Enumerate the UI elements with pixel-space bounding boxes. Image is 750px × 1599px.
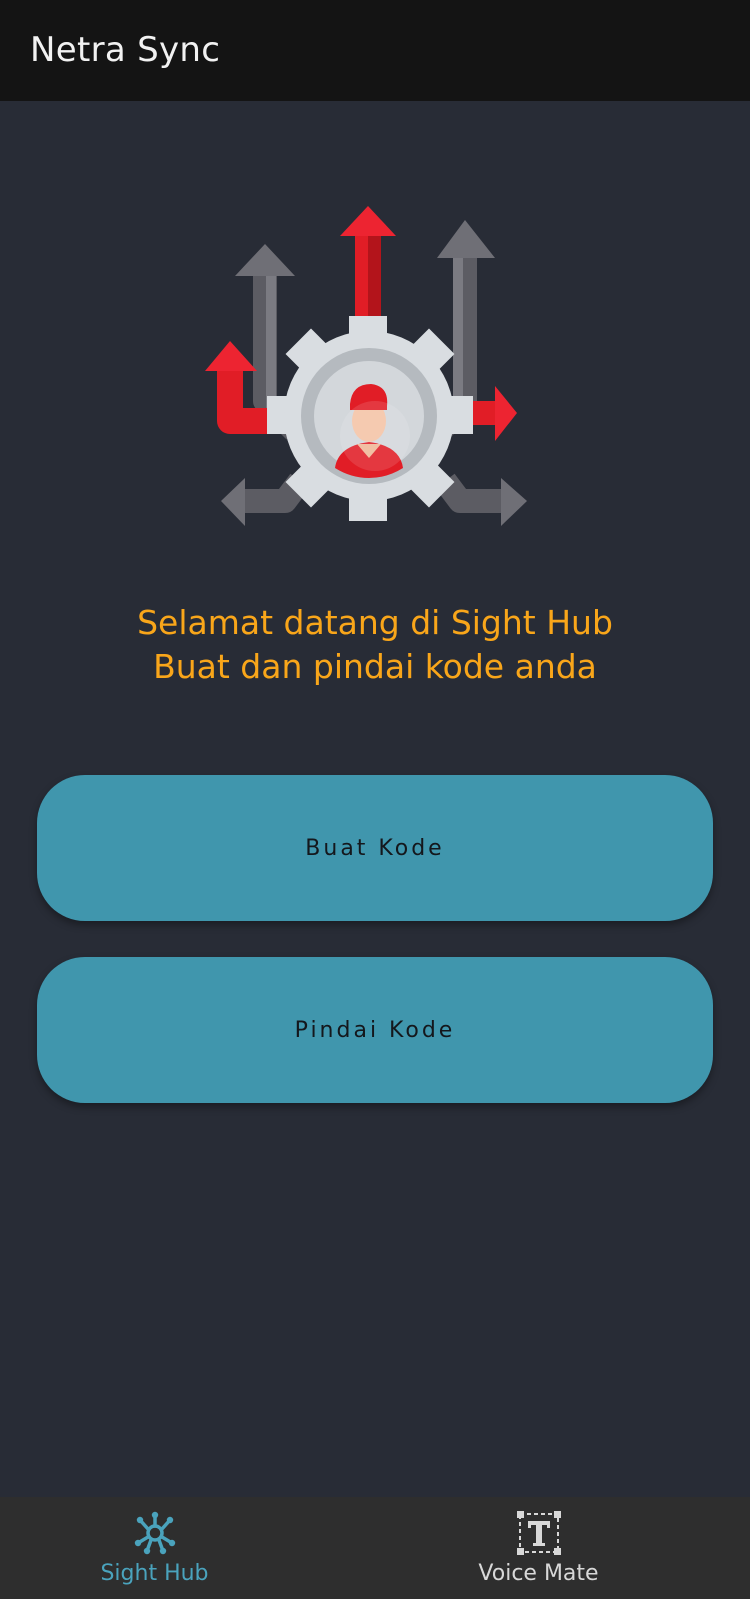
nav-label-voice-mate: Voice Mate	[478, 1561, 599, 1586]
app-bar: Netra Sync	[0, 0, 750, 101]
main-content: Selamat datang di Sight Hub Buat dan pin…	[0, 101, 750, 1497]
welcome-title: Selamat datang di Sight Hub	[137, 603, 613, 642]
app-title: Netra Sync	[30, 30, 221, 70]
welcome-subtitle: Buat dan pindai kode anda	[153, 647, 597, 686]
nav-item-sight-hub[interactable]: Sight Hub	[0, 1497, 375, 1599]
welcome-message: Selamat datang di Sight Hub Buat dan pin…	[0, 601, 750, 689]
nav-label-sight-hub: Sight Hub	[100, 1561, 209, 1586]
bottom-navigation: Sight Hub Voice Mate	[0, 1497, 750, 1599]
scan-code-button[interactable]: Pindai Kode	[37, 957, 713, 1103]
gear-with-person-and-arrows-icon	[205, 206, 527, 526]
text-icon	[516, 1511, 561, 1555]
create-code-button[interactable]: Buat Kode	[37, 775, 713, 921]
hub-icon	[134, 1511, 175, 1555]
nav-item-voice-mate[interactable]: Voice Mate	[375, 1497, 750, 1599]
